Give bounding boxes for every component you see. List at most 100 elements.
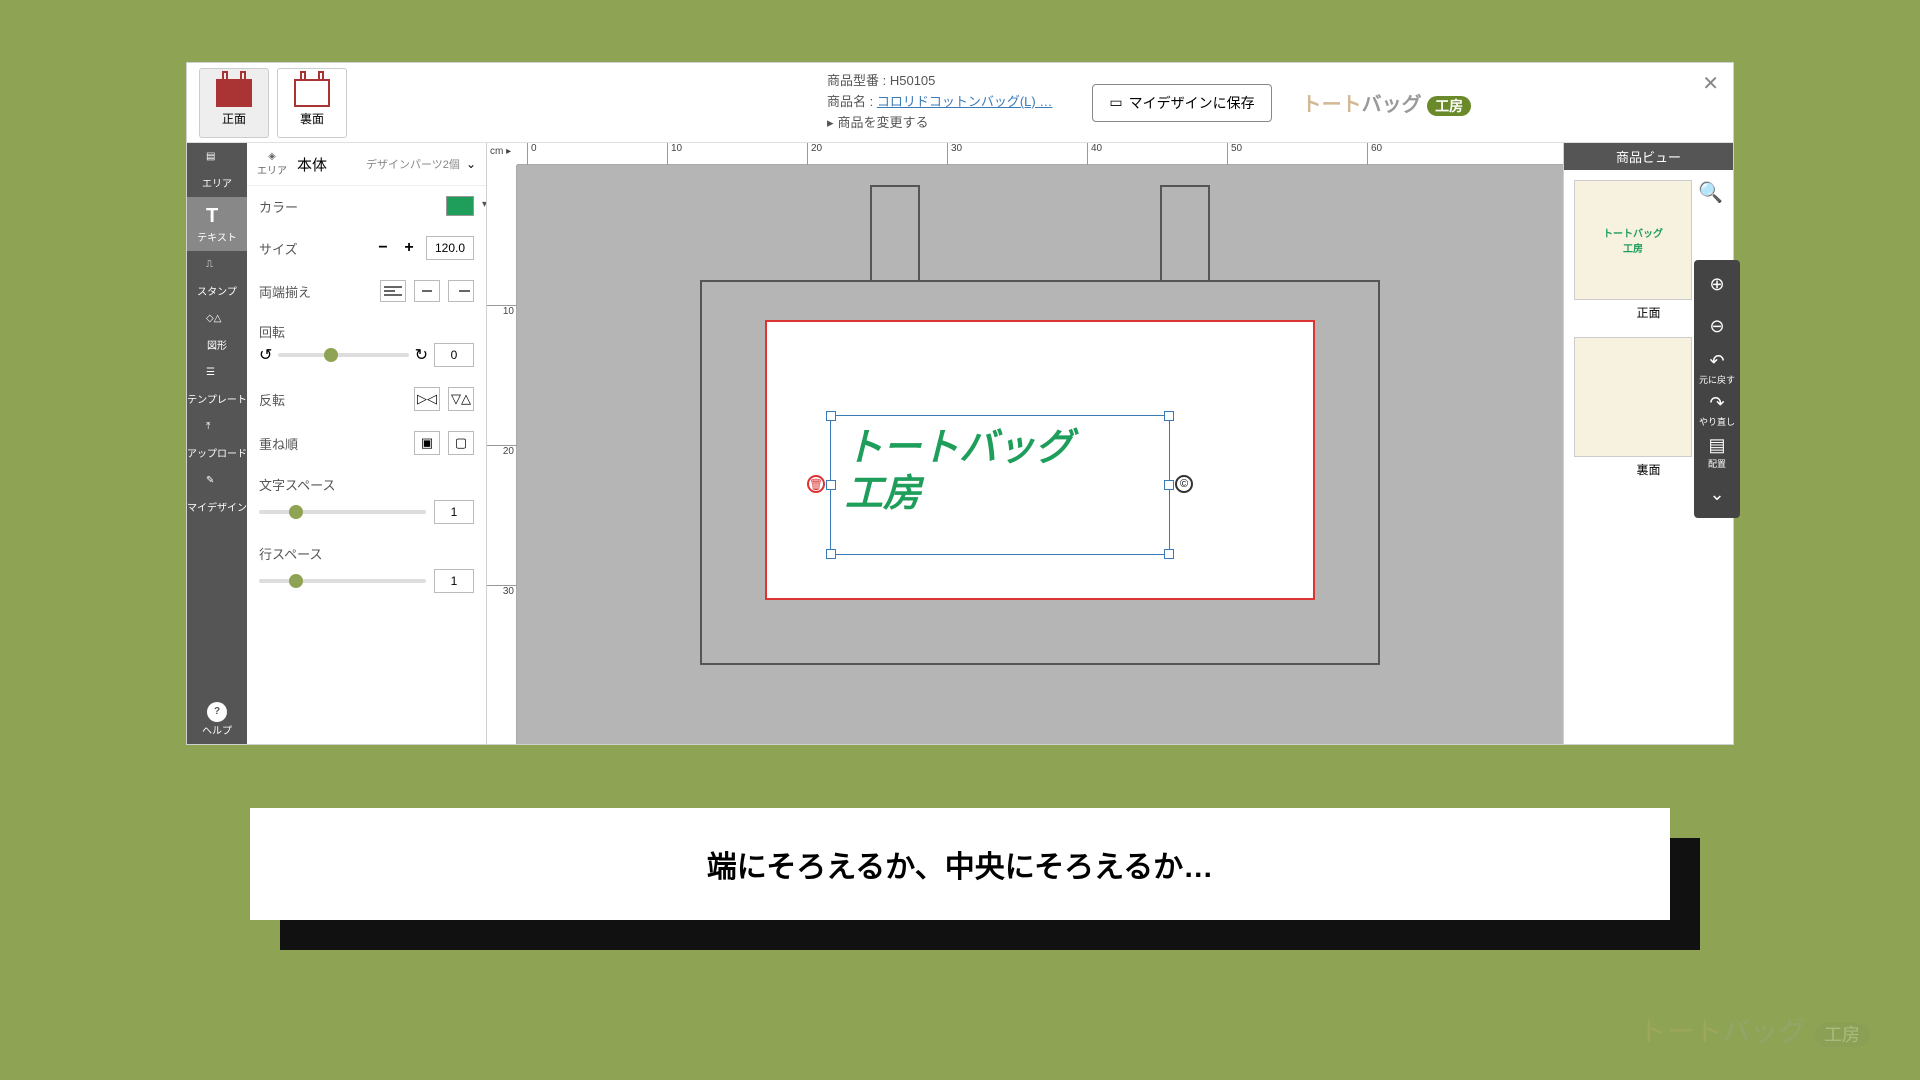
properties-panel: ◈エリア 本体 デザインパーツ2個 ⌄ カラー サイズ − + 両端揃え [247,143,487,744]
layers-icon: ▤ [206,151,228,173]
props-header[interactable]: ◈エリア 本体 デザインパーツ2個 ⌄ [247,143,486,186]
flip-h-button[interactable]: ▷◁ [414,387,440,411]
save-design-button[interactable]: ▭マイデザインに保存 [1092,84,1271,122]
handle-br[interactable] [1164,549,1174,559]
edit-icon: ✎ [206,475,228,497]
size-minus[interactable]: − [374,239,392,257]
zoom-icon[interactable]: 🔍 [1698,180,1723,205]
align-right-button[interactable] [448,280,474,302]
model-value: H50105 [890,73,936,88]
row-line-spacing: 行スペース [247,534,486,603]
row-color: カラー [247,186,486,226]
close-icon[interactable]: ✕ [1702,71,1719,96]
watermark-logo: トートバッグ 工房 [1638,1010,1870,1050]
redo-icon: ↷ [1709,393,1724,414]
delete-handle-icon[interactable]: 🗑 [807,475,825,493]
handle-ml[interactable] [826,480,836,490]
flip-v-button[interactable]: ▽△ [448,387,474,411]
canvas-controls: ⊕ ⊖ ↶元に戻す ↷やり直し ▤配置 ⌄ [1694,260,1740,518]
tab-front[interactable]: 正面 [199,68,269,138]
rotate-handle-icon[interactable]: © [1175,475,1193,493]
upload-icon: ⤒ [206,421,228,443]
order-back-button[interactable]: ▢ [448,431,474,455]
line-spacing-input[interactable] [434,569,474,593]
zoom-in-button[interactable]: ⊕ [1699,266,1735,302]
text-icon: T [206,205,228,227]
line-spacing-slider[interactable] [259,579,426,583]
template-icon: ☰ [206,367,228,389]
letter-spacing-input[interactable] [434,500,474,524]
product-view-header: 商品ビュー [1564,143,1733,170]
rotate-slider[interactable] [278,353,408,357]
expand-button[interactable]: ⌄ [1699,476,1735,512]
rotate-input[interactable] [434,343,474,367]
tab-back[interactable]: 裏面 [277,68,347,138]
zoom-out-button[interactable]: ⊖ [1699,308,1735,344]
tool-template[interactable]: ☰テンプレート [187,359,247,413]
redo-button[interactable]: ↷やり直し [1699,392,1735,428]
main-area: ▤エリア Tテキスト ⎍スタンプ ◇△図形 ☰テンプレート ⤒アップロード ✎マ… [187,143,1733,744]
bag-outline: トートバッグ 工房 🗑 © [700,185,1380,665]
parts-count: デザインパーツ2個 [366,156,460,172]
tool-shape[interactable]: ◇△図形 [187,305,247,359]
row-rotate-label: 回転 [247,312,486,343]
selection-box[interactable]: トートバッグ 工房 🗑 © [830,415,1170,555]
help-button[interactable]: ?ヘルプ [187,694,247,744]
tool-text[interactable]: Tテキスト [187,197,247,251]
ruler-unit: cm ▸ [490,146,511,157]
shapes-icon: ◇△ [206,313,228,335]
row-letter-spacing: 文字スペース [247,465,486,534]
bag-handle-right [1160,185,1210,285]
brand-logo: トートバッグ 工房 [1302,88,1472,117]
change-product-link[interactable]: ▸商品を変更する [827,113,1052,134]
letter-spacing-slider[interactable] [259,510,426,514]
arrange-button[interactable]: ▤配置 [1699,434,1735,470]
product-name-link[interactable]: コロリドコットンバッグ(L) … [877,94,1053,109]
size-plus[interactable]: + [400,239,418,257]
canvas[interactable]: トートバッグ 工房 🗑 © [517,165,1563,744]
chevron-down-icon: ⌄ [1709,484,1724,505]
layers-icon: ◈エリア [257,151,287,177]
handle-tr[interactable] [1164,411,1174,421]
handle-mr[interactable] [1164,480,1174,490]
align-center-button[interactable] [414,280,440,302]
tool-area[interactable]: ▤エリア [187,143,247,197]
undo-icon: ↶ [1709,351,1724,372]
tool-stamp[interactable]: ⎍スタンプ [187,251,247,305]
help-icon: ? [207,702,227,722]
tool-upload[interactable]: ⤒アップロード [187,413,247,467]
rotate-ccw-icon[interactable]: ↺ [259,345,272,365]
thumb-front-image: トートバッグ 工房 [1574,180,1692,300]
name-label: 商品名 : [827,94,877,109]
product-info: 商品型番 : H50105 商品名 : コロリドコットンバッグ(L) … ▸商品… [827,71,1052,133]
bag-back-icon [294,79,330,107]
stamp-icon: ⎍ [206,259,228,281]
row-size: サイズ − + [247,226,486,270]
design-text[interactable]: トートバッグ 工房 [831,416,1169,527]
row-flip: 反転 ▷◁ ▽△ [247,377,486,421]
play-icon: ▸ [827,113,834,134]
design-editor-window: 正面 裏面 商品型番 : H50105 商品名 : コロリドコットンバッグ(L)… [186,62,1734,745]
side-tabs: 正面 裏面 [199,68,347,138]
canvas-area: cm ▸ 0 10 20 30 40 50 60 10 20 30 [487,143,1563,744]
row-align: 両端揃え [247,270,486,312]
align-left-button[interactable] [380,280,406,302]
color-swatch[interactable] [446,196,474,216]
size-input[interactable] [426,236,474,260]
bag-handle-left [870,185,920,285]
order-front-button[interactable]: ▣ [414,431,440,455]
thumb-back-image [1574,337,1692,457]
ruler-horizontal: 0 10 20 30 40 50 60 [517,143,1563,165]
zoom-in-icon: ⊕ [1709,274,1724,295]
rotate-cw-icon[interactable]: ↻ [415,345,428,365]
tab-front-label: 正面 [222,110,246,127]
caption-block: 端にそろえるか、中央にそろえるか… [250,808,1670,920]
ruler-vertical: 10 20 30 [487,165,517,744]
handle-tl[interactable] [826,411,836,421]
handle-bl[interactable] [826,549,836,559]
align-icon: ▤ [1708,435,1725,456]
tool-mydesign[interactable]: ✎マイデザイン [187,467,247,521]
chevron-down-icon: ⌄ [466,157,476,171]
undo-button[interactable]: ↶元に戻す [1699,350,1735,386]
row-rotate: ↺ ↻ [247,343,486,377]
